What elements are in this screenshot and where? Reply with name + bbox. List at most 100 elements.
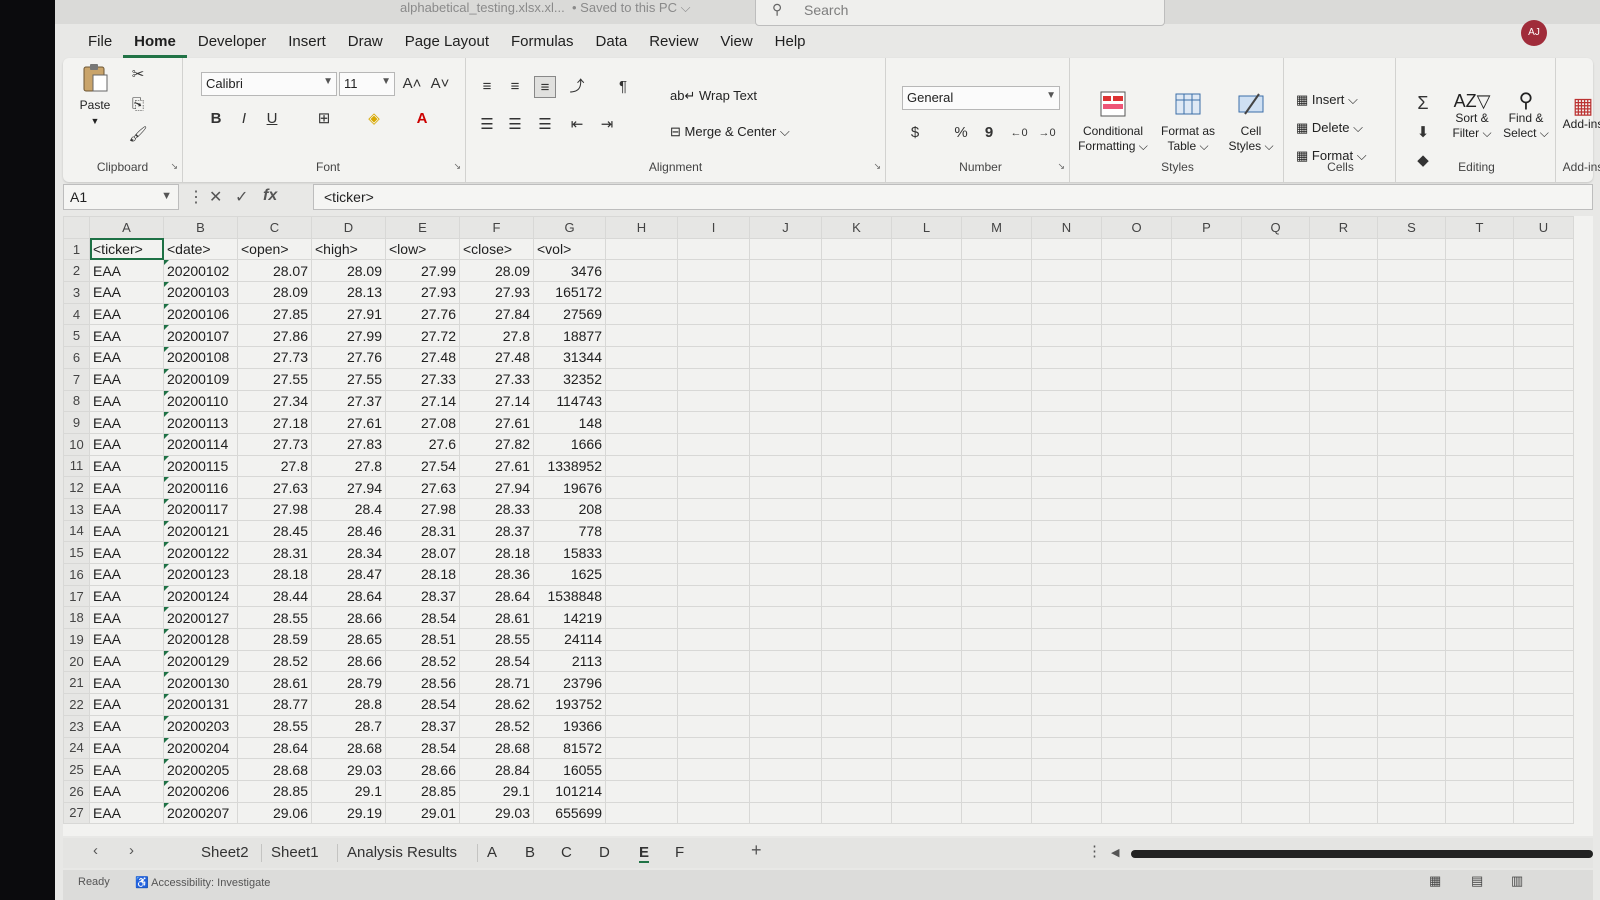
cell-l26[interactable] — [891, 779, 962, 803]
cell-q22[interactable] — [1241, 693, 1310, 716]
cell-a8[interactable]: EAA — [89, 389, 164, 413]
cell-l3[interactable] — [891, 281, 962, 304]
cell-m22[interactable] — [961, 693, 1032, 716]
cell-s12[interactable] — [1377, 476, 1446, 499]
cell-p16[interactable] — [1171, 563, 1242, 586]
cell-f3[interactable]: 27.93 — [459, 281, 534, 304]
cell-b2[interactable]: 20200102 — [163, 259, 238, 283]
cell-m9[interactable] — [961, 411, 1032, 434]
cell-h20[interactable] — [605, 649, 678, 673]
fill-color-icon[interactable]: ◈ — [363, 108, 385, 130]
column-header-k[interactable]: K — [821, 216, 892, 239]
cell-h9[interactable] — [605, 411, 678, 434]
cell-c11[interactable]: 27.8 — [237, 454, 312, 478]
cell-f5[interactable]: 27.8 — [459, 324, 534, 348]
cell-k22[interactable] — [821, 693, 892, 716]
cell-p17[interactable] — [1171, 584, 1242, 608]
cell-c6[interactable]: 27.73 — [237, 346, 312, 369]
align-middle-icon[interactable]: ≡ — [504, 76, 526, 98]
cancel-icon[interactable]: ✕ — [209, 187, 222, 207]
cell-u6[interactable] — [1513, 346, 1574, 369]
tab-insert[interactable]: Insert — [277, 30, 337, 58]
rtl-icon[interactable]: ¶ — [612, 76, 634, 98]
cell-t24[interactable] — [1445, 736, 1514, 760]
cell-o5[interactable] — [1101, 324, 1172, 348]
cell-e27[interactable]: 29.01 — [385, 801, 460, 825]
cell-e19[interactable]: 28.51 — [385, 628, 460, 651]
cell-q1[interactable] — [1241, 237, 1310, 261]
cell-i17[interactable] — [677, 584, 750, 608]
cell-k12[interactable] — [821, 476, 892, 499]
cell-k7[interactable] — [821, 367, 892, 391]
cell-r23[interactable] — [1309, 714, 1378, 738]
column-header-r[interactable]: R — [1309, 216, 1378, 239]
cell-l7[interactable] — [891, 367, 962, 391]
cell-i26[interactable] — [677, 779, 750, 803]
cell-q23[interactable] — [1241, 714, 1310, 738]
cell-u8[interactable] — [1513, 389, 1574, 413]
cell-c15[interactable]: 28.31 — [237, 541, 312, 564]
cell-n11[interactable] — [1031, 454, 1102, 478]
cell-q13[interactable] — [1241, 497, 1310, 521]
cell-g17[interactable]: 1538848 — [533, 584, 606, 608]
cell-n24[interactable] — [1031, 736, 1102, 760]
cut-icon[interactable]: ✂ — [127, 64, 149, 86]
cell-e6[interactable]: 27.48 — [385, 346, 460, 369]
tab-data[interactable]: Data — [585, 30, 639, 58]
cell-r24[interactable] — [1309, 736, 1378, 760]
cell-b27[interactable]: 20200207 — [163, 801, 238, 825]
cell-p6[interactable] — [1171, 346, 1242, 369]
cell-r9[interactable] — [1309, 411, 1378, 434]
cell-t6[interactable] — [1445, 346, 1514, 369]
cell-q26[interactable] — [1241, 779, 1310, 803]
cell-a5[interactable]: EAA — [89, 324, 164, 348]
cell-n4[interactable] — [1031, 302, 1102, 326]
cell-n25[interactable] — [1031, 758, 1102, 781]
cell-q10[interactable] — [1241, 432, 1310, 456]
cell-d1[interactable]: <high> — [311, 237, 386, 261]
cell-q19[interactable] — [1241, 628, 1310, 651]
cell-c21[interactable]: 28.61 — [237, 671, 312, 695]
format-painter-icon[interactable]: 🖌 — [127, 124, 149, 146]
cell-r18[interactable] — [1309, 606, 1378, 630]
cell-e17[interactable]: 28.37 — [385, 584, 460, 608]
cell-p14[interactable] — [1171, 519, 1242, 543]
cell-t14[interactable] — [1445, 519, 1514, 543]
cell-n7[interactable] — [1031, 367, 1102, 391]
row-header[interactable]: 3 — [63, 281, 90, 304]
cell-f6[interactable]: 27.48 — [459, 346, 534, 369]
cell-l21[interactable] — [891, 671, 962, 695]
align-left-icon[interactable]: ☰ — [476, 114, 498, 136]
cell-d10[interactable]: 27.83 — [311, 432, 386, 456]
cell-r20[interactable] — [1309, 649, 1378, 673]
increase-indent-icon[interactable]: ⇥ — [596, 114, 618, 136]
cell-k18[interactable] — [821, 606, 892, 630]
cell-d5[interactable]: 27.99 — [311, 324, 386, 348]
cell-r7[interactable] — [1309, 367, 1378, 391]
cell-s14[interactable] — [1377, 519, 1446, 543]
merge-center-button[interactable]: ⊟ Merge & Center ⌵ — [670, 124, 790, 140]
sheet-tab-e[interactable]: E — [639, 844, 650, 863]
tab-file[interactable]: File — [77, 30, 123, 58]
cell-s20[interactable] — [1377, 649, 1446, 673]
cell-q5[interactable] — [1241, 324, 1310, 348]
cell-h16[interactable] — [605, 563, 678, 586]
cell-f18[interactable]: 28.61 — [459, 606, 534, 630]
cell-j24[interactable] — [749, 736, 822, 760]
cell-o4[interactable] — [1101, 302, 1172, 326]
cell-e25[interactable]: 28.66 — [385, 758, 460, 781]
cell-o19[interactable] — [1101, 628, 1172, 651]
cell-n23[interactable] — [1031, 714, 1102, 738]
cell-s22[interactable] — [1377, 693, 1446, 716]
cell-g10[interactable]: 1666 — [533, 432, 606, 456]
cell-j1[interactable] — [749, 237, 822, 261]
cell-c9[interactable]: 27.18 — [237, 411, 312, 434]
cell-q6[interactable] — [1241, 346, 1310, 369]
cell-j2[interactable] — [749, 259, 822, 283]
cell-a26[interactable]: EAA — [89, 779, 164, 803]
cell-n8[interactable] — [1031, 389, 1102, 413]
cell-c8[interactable]: 27.34 — [237, 389, 312, 413]
add-sheet-icon[interactable]: + — [751, 840, 762, 861]
column-header-c[interactable]: C — [237, 216, 312, 239]
cell-u7[interactable] — [1513, 367, 1574, 391]
